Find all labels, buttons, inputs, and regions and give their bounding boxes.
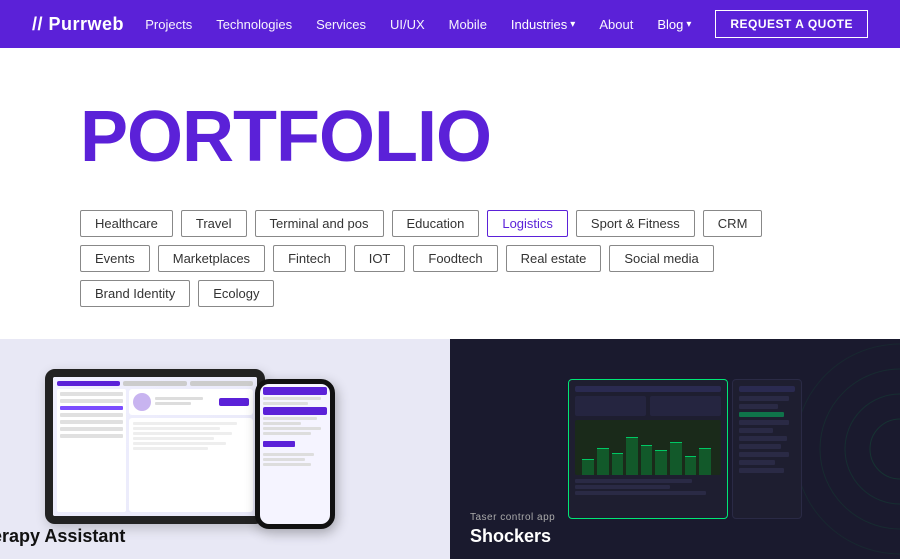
logo[interactable]: // Purrweb [32,14,124,35]
page-title: PORTFOLIO [80,96,820,178]
card-label-area-1: Healthcare My Therapy Assistant [0,500,450,559]
main-content: PORTFOLIO Healthcare Travel Terminal and… [0,48,900,307]
filter-iot[interactable]: IOT [354,245,406,272]
main-dark-panel [568,379,728,519]
header: // Purrweb Projects Technologies Service… [0,0,900,48]
filter-crm[interactable]: CRM [703,210,763,237]
nav-item-technologies[interactable]: Technologies [216,17,292,32]
filter-sport[interactable]: Sport & Fitness [576,210,695,237]
nav-item-blog[interactable]: Blog ▾ [657,17,691,32]
filter-brand-identity[interactable]: Brand Identity [80,280,190,307]
portfolio-card-2[interactable]: Taser control app Shockers [450,339,900,559]
filter-social-media[interactable]: Social media [609,245,713,272]
filter-foodtech[interactable]: Foodtech [413,245,497,272]
dark-ui-mockup [568,379,802,519]
filter-healthcare[interactable]: Healthcare [80,210,173,237]
chevron-down-icon: ▾ [686,19,691,30]
filter-real-estate[interactable]: Real estate [506,245,602,272]
card-category-1: Healthcare [0,512,430,523]
request-quote-button[interactable]: REQUEST A QUOTE [715,10,868,38]
filter-education[interactable]: Education [392,210,480,237]
filter-events[interactable]: Events [80,245,150,272]
portfolio-grid: Healthcare My Therapy Assistant [0,339,900,559]
filter-fintech[interactable]: Fintech [273,245,346,272]
filter-marketplaces[interactable]: Marketplaces [158,245,265,272]
nav-item-services[interactable]: Services [316,17,366,32]
filter-travel[interactable]: Travel [181,210,247,237]
nav-item-projects[interactable]: Projects [145,17,192,32]
nav-item-uiux[interactable]: UI/UX [390,17,425,32]
card-title-2: Shockers [470,526,900,547]
filter-tags: Healthcare Travel Terminal and pos Educa… [80,210,820,307]
filter-ecology[interactable]: Ecology [198,280,274,307]
nav-item-industries[interactable]: Industries ▾ [511,17,575,32]
nav: Projects Technologies Services UI/UX Mob… [145,10,868,38]
chevron-down-icon: ▾ [570,19,575,30]
filter-terminal[interactable]: Terminal and pos [255,210,384,237]
side-dark-panel [732,379,802,519]
nav-item-about[interactable]: About [599,17,633,32]
card-title-1: My Therapy Assistant [0,526,430,547]
nav-item-mobile[interactable]: Mobile [449,17,487,32]
portfolio-card-1[interactable]: Healthcare My Therapy Assistant [0,339,450,559]
filter-logistics[interactable]: Logistics [487,210,568,237]
